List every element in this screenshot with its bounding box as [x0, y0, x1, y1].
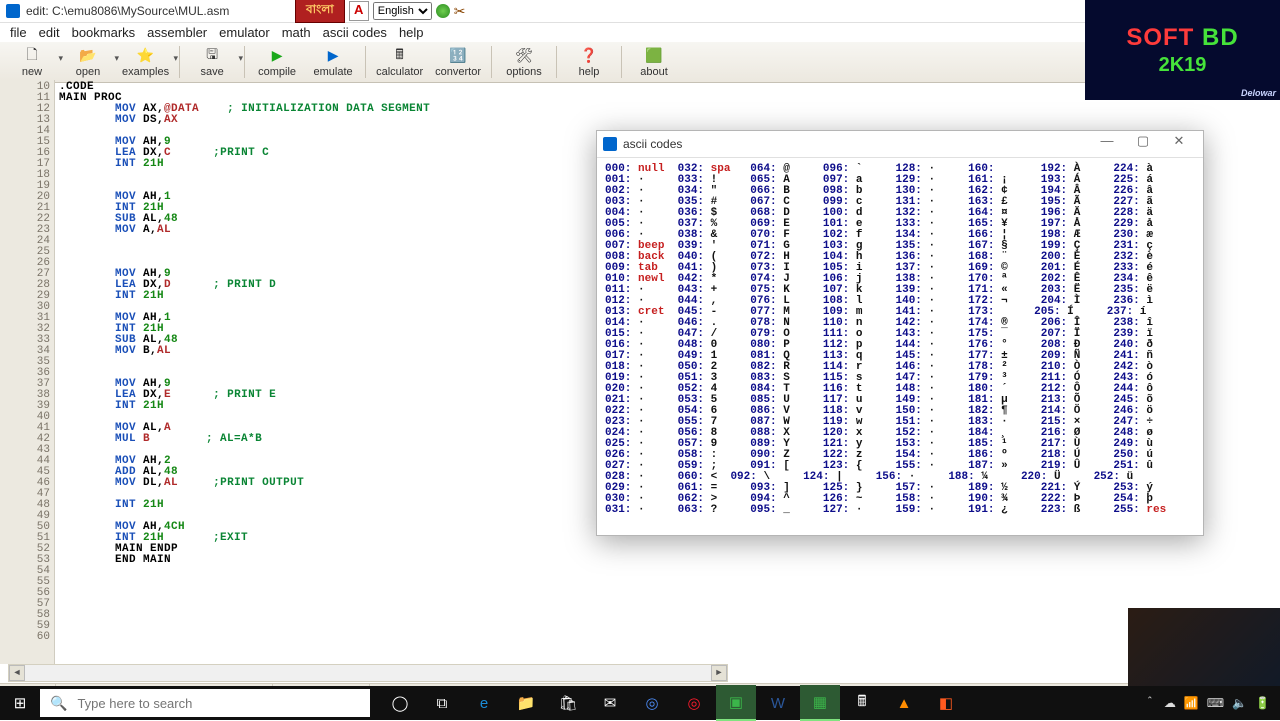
calculator-label: calculator: [376, 66, 423, 78]
taskbar-mail-icon[interactable]: ✉: [590, 686, 630, 720]
calculator-button[interactable]: 🖩calculator: [370, 43, 429, 81]
taskbar-search[interactable]: 🔍: [40, 689, 370, 717]
scroll-right-icon[interactable]: ►: [711, 665, 727, 681]
save-label: save: [200, 66, 223, 78]
toolbar-separator: [621, 46, 622, 78]
compile-icon: ▶: [268, 47, 286, 65]
open-icon: 📂: [79, 47, 97, 65]
about-button[interactable]: 🟩about: [626, 43, 682, 81]
open-label: open: [76, 66, 100, 78]
convertor-button[interactable]: 🔢convertor: [429, 43, 487, 81]
window-title: edit: C:\emu8086\MySource\MUL.asm: [26, 4, 229, 18]
menu-emulator[interactable]: emulator: [219, 25, 270, 40]
taskbar-opera-icon[interactable]: ◎: [674, 686, 714, 720]
maximize-button[interactable]: ▢: [1125, 133, 1161, 155]
emulate-icon: ▶: [324, 47, 342, 65]
taskbar-word-icon[interactable]: W: [758, 686, 798, 720]
help-button[interactable]: ❓help: [561, 43, 617, 81]
app-icon: [6, 4, 20, 18]
tray-icon-3[interactable]: ⌨: [1207, 696, 1224, 710]
save-button[interactable]: 🖫save: [184, 43, 240, 81]
compile-label: compile: [258, 66, 296, 78]
tray-icon-5[interactable]: 🔋: [1255, 696, 1270, 710]
start-button[interactable]: ⊞: [0, 686, 40, 720]
options-label: options: [506, 66, 541, 78]
ascii-window-title: ascii codes: [623, 137, 682, 151]
examples-button[interactable]: ⭐examples: [116, 43, 175, 81]
scroll-left-icon[interactable]: ◄: [9, 665, 25, 681]
tray-icon-1[interactable]: ☁: [1164, 696, 1176, 710]
pin-icon[interactable]: ✂: [454, 3, 466, 20]
taskbar-chrome-icon[interactable]: ◎: [632, 686, 672, 720]
ascii-window-header[interactable]: ascii codes — ▢ ✕: [597, 131, 1203, 158]
system-tray[interactable]: ＾ ☁ 📶 ⌨ 🔈 🔋: [1134, 695, 1280, 712]
toolbar-separator: [365, 46, 366, 78]
examples-label: examples: [122, 66, 169, 78]
taskbar-vlc-icon[interactable]: ▲: [884, 686, 924, 720]
translate-go-icon[interactable]: [436, 4, 450, 18]
search-input[interactable]: [75, 695, 360, 712]
about-icon: 🟩: [645, 47, 663, 65]
open-button[interactable]: 📂open: [60, 43, 116, 81]
convertor-icon: 🔢: [449, 47, 467, 65]
brand-year: 2K19: [1159, 54, 1207, 77]
help-label: help: [579, 66, 600, 78]
ascii-table: 000: null 032: spa 064: @ 096: ` 128: · …: [597, 158, 1203, 522]
language-select[interactable]: English: [373, 2, 432, 20]
taskbar-task-view-icon[interactable]: ⧉: [422, 686, 462, 720]
taskbar-file-explorer-icon[interactable]: 📁: [506, 686, 546, 720]
tray-icon-0[interactable]: ＾: [1144, 695, 1156, 712]
menu-bookmarks[interactable]: bookmarks: [72, 25, 136, 40]
windows-taskbar: ⊞ 🔍 ◯⧉e📁🛍✉◎◎▣W▦🖩▲◧ ＾☁📶⌨🔈🔋: [0, 686, 1280, 720]
toolbar-separator: [556, 46, 557, 78]
new-icon: 🗋: [23, 47, 41, 65]
brand-bd: BD: [1194, 24, 1238, 51]
emulate-button[interactable]: ▶emulate: [305, 43, 361, 81]
taskbar-app-icon[interactable]: ◧: [926, 686, 966, 720]
taskbar-camtasia-icon[interactable]: ▣: [716, 685, 756, 721]
taskbar-store-icon[interactable]: 🛍: [548, 686, 588, 720]
bangla-badge[interactable]: বাংলা: [295, 0, 345, 23]
tray-icon-4[interactable]: 🔈: [1232, 696, 1247, 710]
menu-math[interactable]: math: [282, 25, 311, 40]
emulate-label: emulate: [314, 66, 353, 78]
minimize-button[interactable]: —: [1089, 133, 1125, 155]
code-editor[interactable]: .CODE MAIN PROC MOV AX,@DATA ; INITIALIZ…: [55, 80, 434, 664]
close-button[interactable]: ✕: [1161, 133, 1197, 155]
translator-toolbar: বাংলা A English ✂: [295, 0, 465, 22]
menu-file[interactable]: file: [10, 25, 27, 40]
taskbar-edge-icon[interactable]: e: [464, 686, 504, 720]
ascii-window-icon: [603, 137, 617, 151]
calculator-icon: 🖩: [391, 47, 409, 65]
ascii-codes-window[interactable]: ascii codes — ▢ ✕ 000: null 032: spa 064…: [596, 130, 1204, 536]
search-icon: 🔍: [50, 695, 67, 712]
new-button[interactable]: 🗋new: [4, 43, 60, 81]
taskbar-cortana-icon[interactable]: ◯: [380, 686, 420, 720]
brand-soft: SOFT: [1126, 24, 1194, 51]
toolbar-separator: [491, 46, 492, 78]
brand-overlay: SOFT BD 2K19 Delowar: [1085, 0, 1280, 100]
toolbar-separator: [179, 46, 180, 78]
options-button[interactable]: 🛠options: [496, 43, 552, 81]
brand-author: Delowar: [1241, 88, 1276, 98]
language-icon[interactable]: A: [349, 1, 369, 21]
menu-assembler[interactable]: assembler: [147, 25, 207, 40]
help-icon: ❓: [580, 47, 598, 65]
horizontal-scrollbar[interactable]: ◄ ►: [8, 664, 728, 682]
toolbar-separator: [244, 46, 245, 78]
tray-icon-2[interactable]: 📶: [1184, 696, 1199, 710]
taskbar-emu8086-icon[interactable]: ▦: [800, 685, 840, 721]
examples-icon: ⭐: [137, 47, 155, 65]
convertor-label: convertor: [435, 66, 481, 78]
line-number-gutter: 10 11 12 13 14 15 16 17 18 19 20 21 22 2…: [0, 80, 55, 664]
compile-button[interactable]: ▶compile: [249, 43, 305, 81]
menu-ascii-codes[interactable]: ascii codes: [323, 25, 387, 40]
options-icon: 🛠: [515, 47, 533, 65]
menu-edit[interactable]: edit: [39, 25, 60, 40]
menu-help[interactable]: help: [399, 25, 424, 40]
about-label: about: [640, 66, 668, 78]
taskbar-calculator-icon[interactable]: 🖩: [842, 686, 882, 720]
new-label: new: [22, 66, 42, 78]
save-icon: 🖫: [203, 47, 221, 65]
